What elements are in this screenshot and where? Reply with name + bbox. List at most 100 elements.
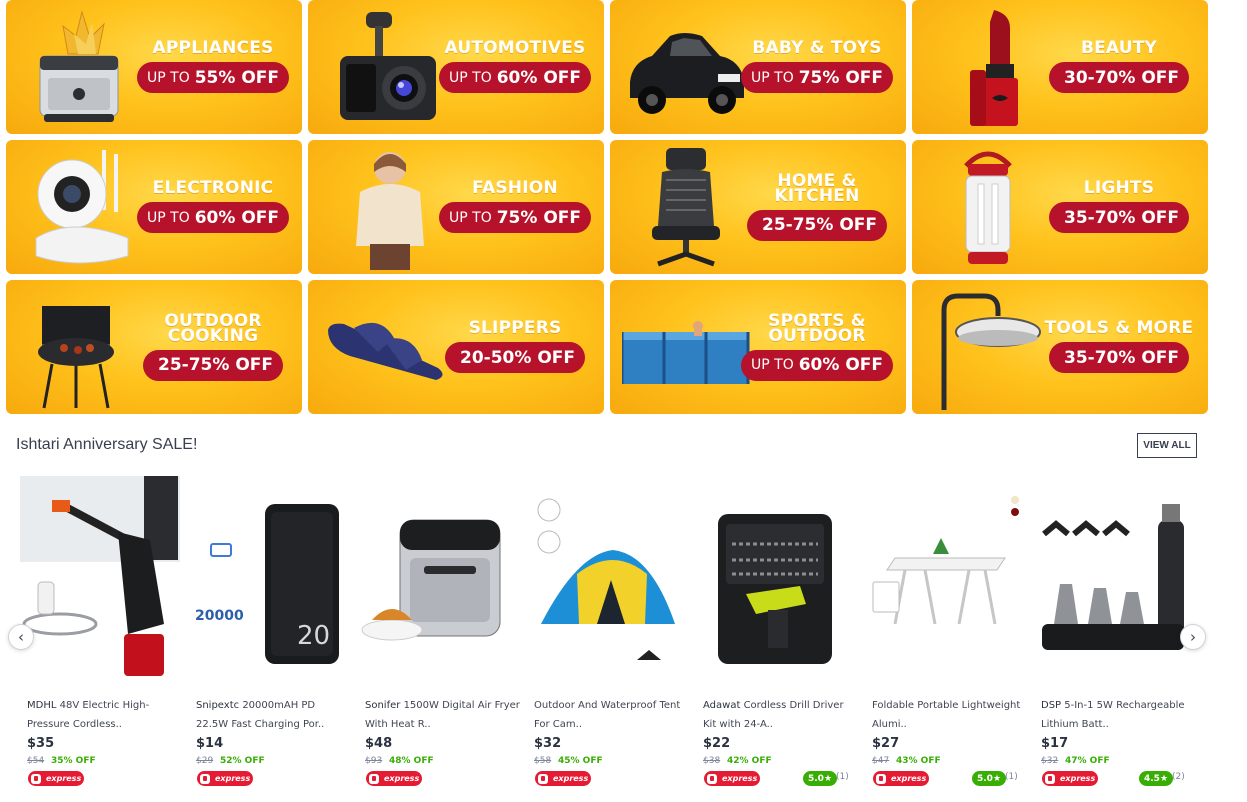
category-tile-home-kitchen[interactable]: HOME & KITCHEN 25-75% OFF (610, 140, 906, 274)
toy-car-image (630, 33, 744, 114)
express-icon (876, 773, 886, 784)
category-tile-fashion[interactable]: FASHION UP TO 75% OFF (308, 140, 604, 274)
slipper-image (328, 322, 443, 380)
discount-badge: UP TO 75% OFF (439, 202, 592, 233)
category-name: SPORTS & OUTDOOR (768, 310, 866, 346)
svg-text:20000: 20000 (195, 608, 244, 624)
category-name: LIGHTS (1083, 178, 1155, 198)
express-icon (200, 773, 210, 784)
category-name: FASHION (472, 178, 558, 198)
category-tile-automotives[interactable]: AUTOMOTIVES UP TO 60% OFF (308, 0, 604, 134)
product-card[interactable]: Foldable Portable Lightweight Alumi.. $27… (865, 474, 1027, 799)
express-badge: express (366, 771, 422, 786)
express-badge: express (873, 771, 929, 786)
discount-label: 42% OFF (727, 756, 772, 766)
original-price: $54 (27, 756, 45, 766)
tent-image (537, 498, 675, 660)
trimmer-set-image (1042, 504, 1184, 650)
express-icon (1045, 773, 1055, 784)
category-name: OUTDOOR COOKING (164, 310, 262, 346)
category-tile-appliances[interactable]: APPLIANCES UP TO 55% OFF (6, 0, 302, 134)
category-name: ELECTRONIC (152, 178, 274, 198)
lantern-image (964, 151, 1012, 264)
original-price: $58 (534, 756, 552, 766)
original-price: $29 (196, 756, 214, 766)
product-card[interactable]: Sonifer 1500W Digital Air Fryer With Heat… (358, 474, 520, 799)
fashion-model-image (356, 152, 424, 270)
product-card[interactable]: DSP 5-In-1 5W Rechargeable Lithium Batt..… (1034, 474, 1196, 799)
discount-label: 43% OFF (896, 756, 941, 766)
office-chair-image (652, 148, 720, 267)
power-bank-image: 20 20000 (195, 504, 339, 664)
category-name: APPLIANCES (152, 38, 274, 58)
pool-image (622, 321, 750, 384)
product-title: Outdoor And Waterproof Tent For Cam.. (534, 700, 681, 730)
discount-badge: UP TO 75% OFF (741, 62, 894, 93)
product-title: MDHL 48V Electric High- Pressure Cordless… (27, 700, 150, 730)
express-icon (369, 773, 379, 784)
discount-badge: 35-70% OFF (1049, 342, 1189, 373)
review-count: (1) (836, 772, 849, 782)
drill-kit-image (718, 514, 832, 664)
discount-badge: 25-75% OFF (143, 349, 283, 381)
discount-badge: UP TO 60% OFF (741, 349, 894, 381)
folding-table-image (872, 496, 1019, 625)
express-badge: express (197, 771, 253, 786)
category-tile-slippers[interactable]: SLIPPERS 20-50% OFF (308, 280, 604, 414)
product-price: $35 (27, 736, 55, 751)
product-card[interactable]: Adawat Cordless Drill Driver Kit with 24-… (696, 474, 858, 799)
discount-label: 47% OFF (1065, 756, 1110, 766)
category-name: TOOLS & MORE (1044, 318, 1194, 338)
product-price: $17 (1041, 736, 1069, 751)
discount-badge: UP TO 60% OFF (439, 62, 592, 93)
discount-badge: 35-70% OFF (1049, 202, 1189, 233)
chevron-left-icon[interactable]: ‹ (8, 624, 34, 650)
rating-badge: 5.0★ (803, 771, 838, 786)
pressure-washer-image (20, 476, 180, 676)
product-title: Adawat Cordless Drill Driver Kit with 24-… (703, 700, 844, 730)
express-icon (538, 773, 548, 784)
product-card[interactable]: MDHL 48V Electric High- Pressure Cordless… (20, 474, 182, 799)
section-title: Ishtari Anniversary SALE! (16, 436, 198, 453)
category-tile-lights[interactable]: LIGHTS 35-70% OFF (912, 140, 1208, 274)
category-grid: APPLIANCES UP TO 55% OFF AUTOMOTIVES UP T… (6, 0, 1208, 414)
original-price: $32 (1041, 756, 1059, 766)
category-tile-electronic[interactable]: ELECTRONIC UP TO 60% OFF (6, 140, 302, 274)
category-tile-outdoor-cooking[interactable]: OUTDOOR COOKING 25-75% OFF (6, 280, 302, 414)
rating-badge: 5.0★ (972, 771, 1007, 786)
product-price: $22 (703, 736, 731, 751)
product-title: Sonifer 1500W Digital Air Fryer With Heat… (365, 700, 520, 730)
product-card[interactable]: 20 20000 Snipextc 20000mAH PD 22.5W Fast … (189, 474, 351, 799)
fryer-image (39, 10, 119, 122)
rating-badge: 4.5★ (1139, 771, 1174, 786)
discount-label: 52% OFF (220, 756, 265, 766)
category-name: BEAUTY (1080, 38, 1158, 58)
product-title: DSP 5-In-1 5W Rechargeable Lithium Batt.. (1041, 700, 1185, 730)
category-tile-baby-toys[interactable]: BABY & TOYS UP TO 75% OFF (610, 0, 906, 134)
category-name: HOME & KITCHEN (774, 170, 860, 206)
lipstick-image (970, 10, 1018, 126)
svg-text:20: 20 (297, 621, 330, 651)
express-icon (31, 773, 41, 784)
discount-badge: 25-75% OFF (747, 209, 887, 241)
category-tile-tools-more[interactable]: TOOLS & MORE 35-70% OFF (912, 280, 1208, 414)
express-badge: express (28, 771, 84, 786)
product-price: $27 (872, 736, 900, 751)
category-tile-sports-outdoor[interactable]: SPORTS & OUTDOOR UP TO 60% OFF (610, 280, 906, 414)
view-all-button[interactable]: VIEW ALL (1137, 433, 1197, 458)
express-icon (707, 773, 717, 784)
chevron-right-icon[interactable]: › (1180, 624, 1206, 650)
review-count: (2) (1172, 772, 1185, 782)
category-name: BABY & TOYS (752, 38, 882, 58)
review-count: (1) (1005, 772, 1018, 782)
category-name: AUTOMOTIVES (444, 38, 586, 58)
discount-label: 48% OFF (389, 756, 434, 766)
air-fryer-image (361, 519, 501, 641)
discount-badge: 20-50% OFF (445, 342, 585, 373)
category-name: SLIPPERS (468, 318, 562, 338)
category-tile-beauty[interactable]: BEAUTY 30-70% OFF (912, 0, 1208, 134)
discount-label: 45% OFF (558, 756, 603, 766)
product-carousel: MDHL 48V Electric High- Pressure Cordless… (18, 474, 1198, 802)
discount-badge: UP TO 55% OFF (137, 62, 290, 93)
product-card[interactable]: Outdoor And Waterproof Tent For Cam.. $32… (527, 474, 689, 799)
